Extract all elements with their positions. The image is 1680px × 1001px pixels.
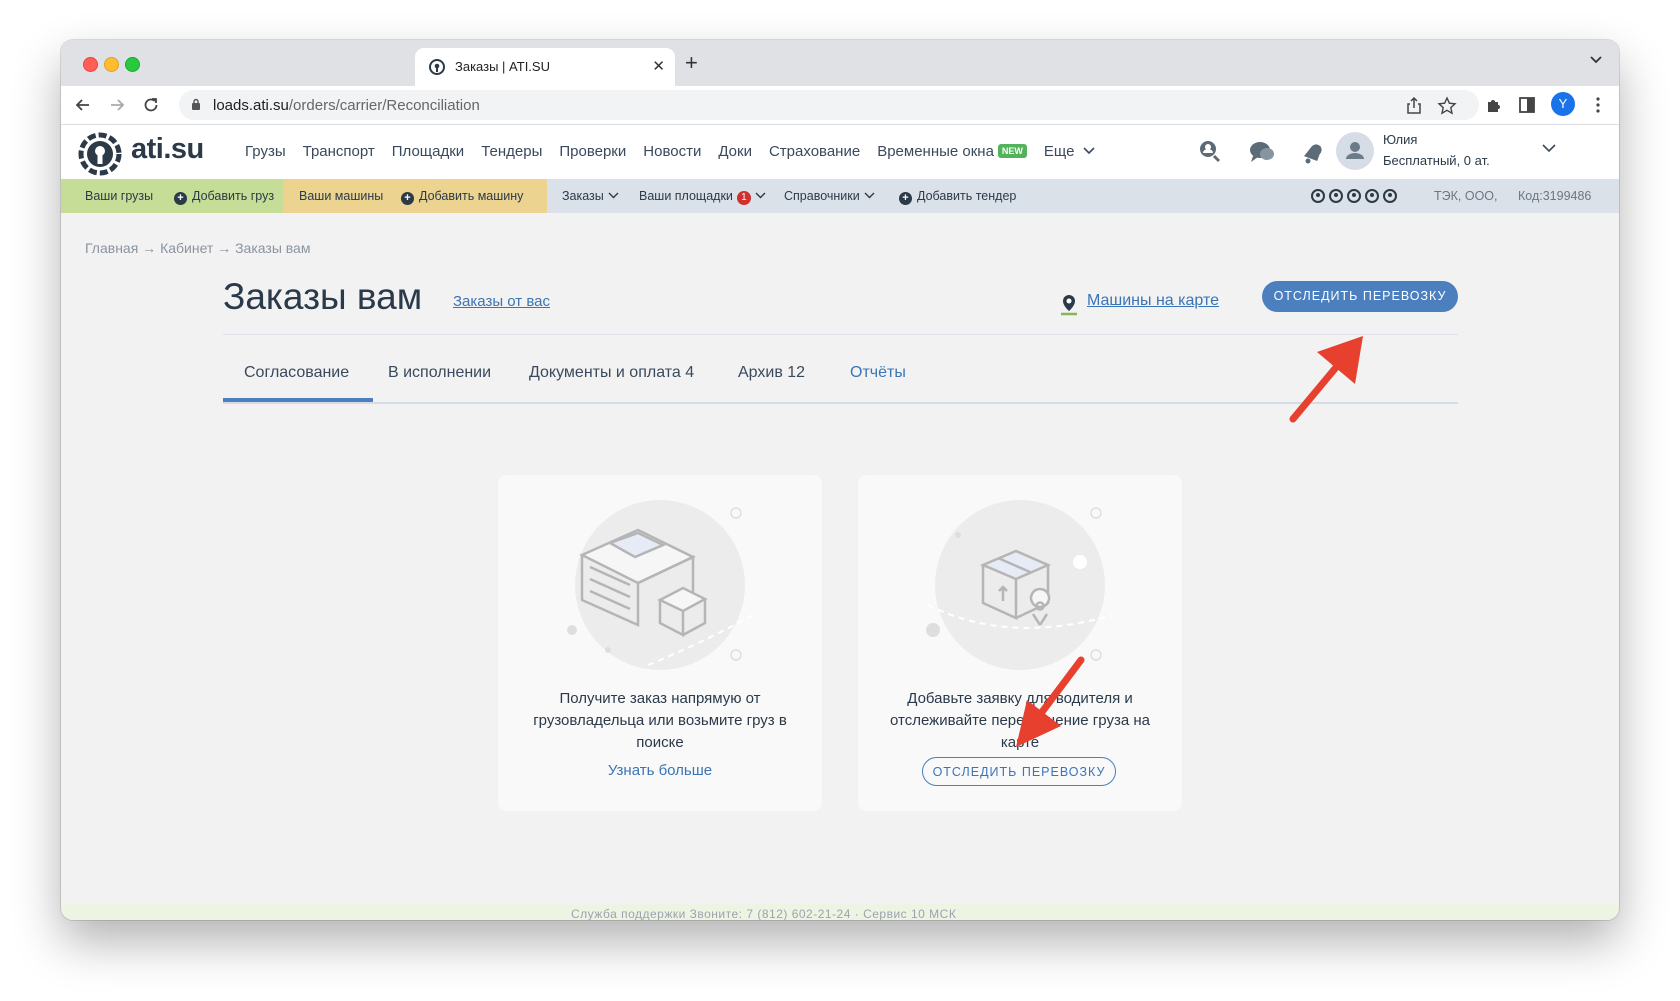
reload-icon[interactable] [141,95,161,115]
user-silhouette-icon [1346,142,1364,159]
get-order-card: Получите заказ напрямую от грузовладельц… [498,475,822,811]
tab-reports[interactable]: Отчёты [850,364,906,382]
close-tab-icon[interactable]: ✕ [652,57,665,75]
ati-logo-text[interactable]: ati.su [131,133,204,166]
nav-checks[interactable]: Проверки [559,143,626,160]
tab-search-chevron-icon[interactable] [1589,52,1603,66]
chevron-down-icon [864,192,875,199]
directories-dropdown[interactable]: Справочники [784,189,875,203]
user-name[interactable]: Юлия [1383,132,1417,147]
chevron-down-icon [608,192,619,199]
title-divider [223,334,1458,335]
maximize-window-button[interactable] [125,57,140,72]
nav-insurance[interactable]: Страхование [769,143,860,160]
chevron-down-icon [755,192,766,199]
learn-more-link[interactable]: Узнать больше [498,762,822,779]
tab-reconciliation[interactable]: Согласование [244,364,349,382]
ati-favicon-icon [429,59,445,75]
browser-tab[interactable]: Заказы | ATI.SU ✕ [415,48,675,86]
trucks-on-map-link[interactable]: Машины на карте [1087,292,1219,310]
sub-nav: Ваши грузы + Добавить груз Ваши машины + Д… [61,179,1619,213]
plus-circle-icon: + [899,192,912,205]
nav-time-windows[interactable]: Временные окна NEW [877,143,1027,160]
user-avatar[interactable] [1336,132,1374,170]
add-load-link[interactable]: + Добавить груз [174,189,274,205]
browser-menu-icon[interactable] [1588,95,1608,115]
minimize-window-button[interactable] [104,57,119,72]
bookmark-star-icon[interactable] [1437,96,1457,116]
truck-location-icon [1061,295,1077,316]
forward-arrow-icon[interactable] [107,95,127,115]
back-arrow-icon[interactable] [73,95,93,115]
nav-tenders[interactable]: Тендеры [481,143,542,160]
chevron-down-icon [1083,147,1095,155]
track-shipment-button[interactable]: ОТСЛЕДИТЬ ПЕРЕВОЗКУ [1262,281,1458,312]
user-menu-chevron-icon[interactable] [1542,143,1556,153]
new-badge: NEW [997,144,1027,158]
browser-toolbar: loads.ati.su/orders/carrier/Reconciliati… [61,86,1619,125]
footer-support-text: Служба поддержки Звоните: 7 (812) 602-21… [571,907,957,920]
share-icon[interactable] [1404,96,1424,116]
close-window-button[interactable] [83,57,98,72]
platforms-count-badge: 1 [736,191,751,205]
warehouse-illustration [567,500,754,670]
browser-window: Заказы | ATI.SU ✕ + loads.ati.su/orders/… [61,40,1619,920]
browser-profile-avatar[interactable]: Y [1551,92,1575,116]
get-order-text: Получите заказ напрямую от грузовладельц… [533,690,787,751]
notifications-bell-icon[interactable] [1300,139,1326,165]
nav-loads[interactable]: Грузы [245,143,286,160]
order-tabs: Согласование В исполнении Документы и оп… [223,358,1458,404]
tab-in-progress[interactable]: В исполнении [388,364,491,382]
nav-news[interactable]: Новости [643,143,701,160]
tab-strip: Заказы | ATI.SU ✕ + [61,40,1619,86]
nav-transport[interactable]: Транспорт [303,143,375,160]
nav-platforms[interactable]: Площадки [392,143,464,160]
address-bar[interactable]: loads.ati.su/orders/carrier/Reconciliati… [179,90,1479,120]
tab-title: Заказы | ATI.SU [455,59,550,74]
main-nav: Грузы Транспорт Площадки Тендеры Проверк… [245,143,1095,160]
side-panel-icon[interactable] [1517,95,1537,115]
your-platforms-dropdown[interactable]: Ваши площадки 1 [639,189,766,205]
add-tender-link[interactable]: + Добавить тендер [899,189,1016,205]
user-plan: Бесплатный, 0 ат. [1383,153,1490,168]
orders-dropdown[interactable]: Заказы [562,189,619,203]
add-truck-link[interactable]: + Добавить машину [401,189,523,205]
tab-archive[interactable]: Архив 12 [738,364,805,382]
nav-docs[interactable]: Доки [718,143,752,160]
orders-from-you-link[interactable]: Заказы от вас [453,293,550,310]
track-shipment-card-button[interactable]: ОТСЛЕДИТЬ ПЕРЕВОЗКУ [922,757,1116,786]
ati-logo-icon[interactable] [77,131,123,177]
messages-icon[interactable] [1248,139,1276,165]
plus-circle-icon: + [401,192,414,205]
footer: Служба поддержки Звоните: 7 (812) 602-21… [61,904,1619,920]
page-title: Заказы вам [223,276,423,317]
parcel-tracking-illustration [926,500,1114,670]
company-code: Код:3199486 [1518,189,1592,203]
lock-icon [192,98,200,110]
user-search-icon[interactable] [1197,139,1223,165]
track-shipment-text: Добавьте заявку для водителя и отслежива… [890,690,1150,751]
ati-rating-icons[interactable] [1310,188,1402,204]
company-name: ТЭК, ООО, [1434,189,1498,203]
your-loads-link[interactable]: Ваши грузы [85,189,153,203]
nav-more[interactable]: Еще [1044,143,1095,160]
url-text: loads.ati.su/orders/carrier/Reconciliati… [213,97,480,114]
track-shipment-card: Добавьте заявку для водителя и отслежива… [858,475,1182,811]
new-tab-icon[interactable]: + [685,50,698,76]
breadcrumb[interactable]: Главная → Кабинет → Заказы вам [85,240,310,256]
site-header: ati.su Грузы Транспорт Площадки Тендеры … [61,125,1619,179]
extensions-puzzle-icon[interactable] [1484,95,1504,115]
active-tab-indicator [223,398,373,402]
plus-circle-icon: + [174,192,187,205]
tab-documents-payment[interactable]: Документы и оплата 4 [529,364,694,382]
your-trucks-link[interactable]: Ваши машины [299,189,383,203]
